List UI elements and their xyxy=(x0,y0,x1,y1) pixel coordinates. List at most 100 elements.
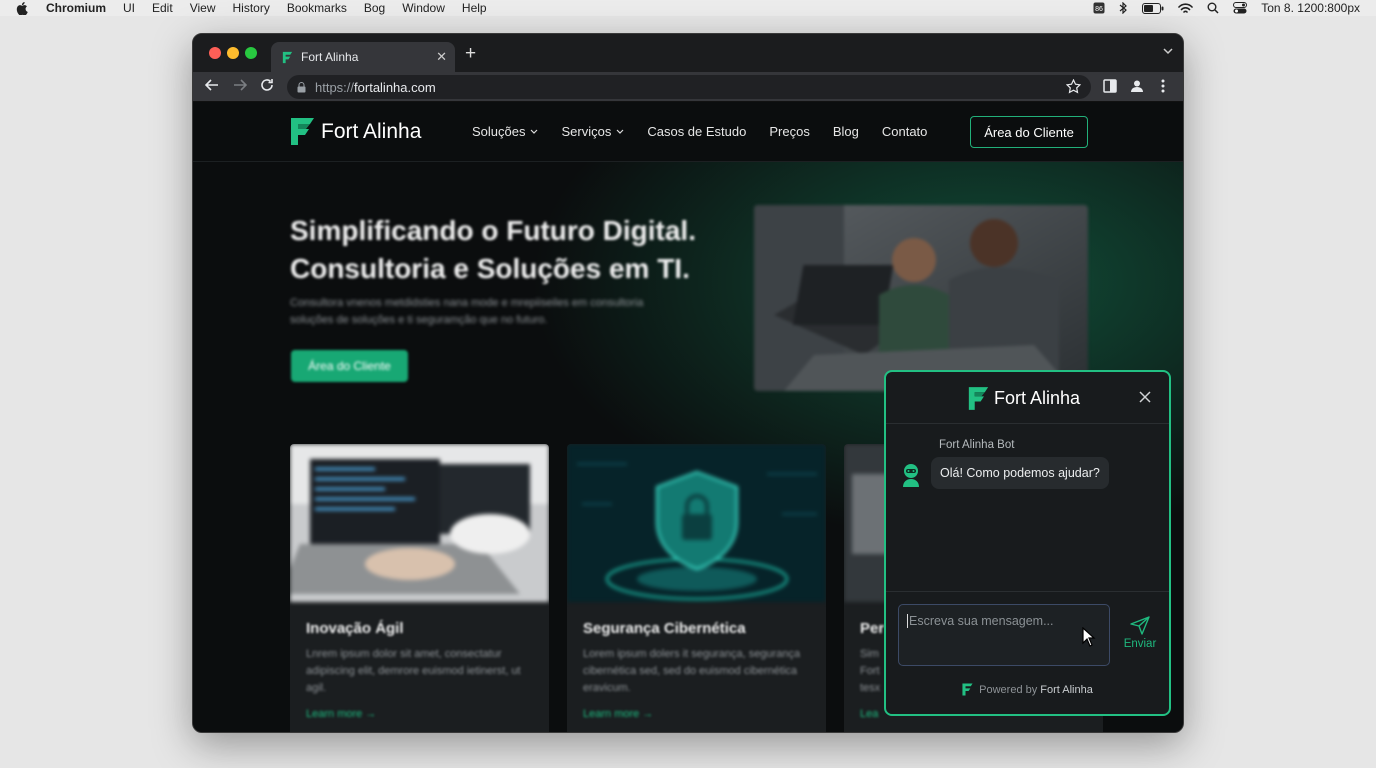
chat-logo: Fort Alinha xyxy=(968,386,1080,411)
nav-servicos[interactable]: Serviços xyxy=(561,124,624,139)
chevron-down-icon xyxy=(616,129,624,134)
close-window-button[interactable] xyxy=(209,47,221,59)
send-button[interactable]: Enviar xyxy=(1120,616,1160,650)
minimize-window-button[interactable] xyxy=(227,47,239,59)
hero-image xyxy=(754,205,1088,391)
card-learn-more-link[interactable]: Lea xyxy=(860,708,878,720)
chat-header: Fort Alinha xyxy=(886,372,1169,424)
chat-close-icon[interactable] xyxy=(1139,391,1151,403)
url-host: fortalinha.com xyxy=(354,79,436,95)
card-text: Lnrem ipsum dolor sit amet, consectatur … xyxy=(306,648,521,694)
card-learn-more-link[interactable]: Learn more → xyxy=(306,708,376,720)
chat-header-title: Fort Alinha xyxy=(994,388,1081,408)
apple-icon[interactable] xyxy=(16,1,28,15)
nav-precos-label: Preços xyxy=(769,124,810,139)
profile-icon[interactable] xyxy=(1130,79,1144,93)
chevron-down-icon xyxy=(531,129,538,134)
nav-solucoes[interactable]: Soluções xyxy=(472,124,538,139)
chat-divider xyxy=(886,591,1169,592)
back-icon[interactable] xyxy=(205,78,219,92)
reload-icon[interactable] xyxy=(260,78,274,92)
tab-title: Fort Alinha xyxy=(301,50,359,64)
powered-by-text: Powered by xyxy=(979,683,1038,696)
hero-cta-button[interactable]: Área do Cliente xyxy=(291,350,408,382)
card-image-security-lock xyxy=(567,444,826,602)
tab-fort-alinha[interactable]: Fort Alinha ✕ xyxy=(271,42,455,72)
new-tab-icon[interactable]: + xyxy=(465,43,476,65)
svg-text:86: 86 xyxy=(1095,6,1103,13)
system-menubar: Chromium UI Edit View History Bookmarks … xyxy=(0,0,1376,16)
tab-strip: Fort Alinha ✕ + xyxy=(193,34,1183,72)
bot-name: Fort Alinha Bot xyxy=(939,439,1015,451)
card-seguranca[interactable]: Segurança Cibernética Lorem ipsum dolers… xyxy=(567,444,826,732)
hero-subtitle: Consultora vnenos metdidsties nana mode … xyxy=(290,295,710,329)
nav-blog[interactable]: Blog xyxy=(833,124,859,139)
side-panel-icon[interactable] xyxy=(1103,79,1117,93)
site-logo-text: Fort Alinha xyxy=(321,119,422,143)
card-title: Segurança Cibernética xyxy=(583,620,746,637)
card-text: Lorem ipsum dolers it segurança, seguran… xyxy=(583,648,801,694)
client-area-button[interactable]: Área do Cliente xyxy=(970,116,1088,148)
browser-menu-icon[interactable] xyxy=(1161,79,1165,93)
menu-app-name[interactable]: Chromium xyxy=(46,1,106,15)
menu-item-ui[interactable]: UI xyxy=(123,1,135,15)
search-icon[interactable] xyxy=(1207,2,1219,14)
menu-item-bog[interactable]: Bog xyxy=(364,1,385,15)
card-inovacao[interactable]: Inovação Ágil Lnrem ipsum dolor sit amet… xyxy=(290,444,549,732)
menubar-clock[interactable]: Ton 8. 1200:800px xyxy=(1261,1,1360,15)
tab-search-chevron-icon[interactable] xyxy=(1163,46,1173,56)
powered-by-brand[interactable]: Fort Alinha xyxy=(1040,684,1093,696)
favicon-icon xyxy=(282,51,293,63)
fort-alinha-logo-icon xyxy=(962,683,973,696)
text-caret xyxy=(907,614,908,628)
hero-subtitle-line1: Consultora vnenos metdidsties nana mode … xyxy=(290,297,644,309)
main-nav: Soluções Serviços Casos de Estudo Preços… xyxy=(472,124,950,139)
url-protocol: https:// xyxy=(315,79,355,95)
battery-icon[interactable] xyxy=(1142,2,1164,14)
forward-icon[interactable] xyxy=(233,78,247,92)
card-title: Per xyxy=(860,620,885,637)
hero-title-line2: Consultoria e Soluções em TI. xyxy=(290,253,690,284)
powered-by: Powered by Fort Alinha xyxy=(886,683,1169,696)
menu-item-help[interactable]: Help xyxy=(462,1,487,15)
site-header: Fort Alinha Soluções Serviços Casos de E… xyxy=(193,102,1183,162)
address-bar[interactable]: https://fortalinha.com xyxy=(287,75,1091,99)
keyboard-icon[interactable]: 86 xyxy=(1093,2,1105,14)
nav-solucoes-label: Soluções xyxy=(472,124,526,139)
menu-item-view[interactable]: View xyxy=(190,1,216,15)
control-center-icon[interactable] xyxy=(1233,2,1248,14)
nav-servicos-label: Serviços xyxy=(561,124,612,139)
menu-item-edit[interactable]: Edit xyxy=(152,1,173,15)
nav-contato[interactable]: Contato xyxy=(882,124,928,139)
menu-item-bookmarks[interactable]: Bookmarks xyxy=(287,1,347,15)
card-image-laptop-code xyxy=(290,444,549,602)
bookmark-star-icon[interactable] xyxy=(1066,79,1081,94)
menu-item-window[interactable]: Window xyxy=(402,1,445,15)
nav-blog-label: Blog xyxy=(832,124,859,139)
mouse-cursor-icon xyxy=(1082,627,1096,647)
bot-message-bubble: Olá! Como podemos ajudar? xyxy=(931,457,1109,489)
site-logo[interactable]: Fort Alinha xyxy=(290,117,421,146)
nav-contato-label: Contato xyxy=(881,124,928,139)
send-label: Enviar xyxy=(1123,638,1157,650)
chat-message-input[interactable] xyxy=(898,604,1110,666)
bot-avatar-icon xyxy=(903,464,919,487)
nav-precos[interactable]: Preços xyxy=(769,124,809,139)
wifi-icon[interactable] xyxy=(1178,2,1194,14)
fort-alinha-logo-icon xyxy=(291,118,314,145)
fort-alinha-logo-icon xyxy=(968,387,989,410)
zoom-window-button[interactable] xyxy=(245,47,257,59)
card-title: Inovação Ágil xyxy=(306,620,404,637)
nav-casos-de-estudo[interactable]: Casos de Estudo xyxy=(647,124,746,139)
browser-toolbar: https://fortalinha.com xyxy=(193,72,1183,102)
hero-title: Simplificando o Futuro Digital. Consulto… xyxy=(290,212,740,288)
bluetooth-icon[interactable] xyxy=(1119,2,1128,14)
nav-casos-label: Casos de Estudo xyxy=(647,124,747,139)
card-learn-more-link[interactable]: Learn more → xyxy=(583,708,653,720)
hero-title-line1: Simplificando o Futuro Digital. xyxy=(290,215,696,246)
menu-item-history[interactable]: History xyxy=(232,1,269,15)
send-icon xyxy=(1130,616,1150,635)
hero-subtitle-line2: soluções de soluções e ti seguramção que… xyxy=(290,314,548,326)
tab-close-icon[interactable]: ✕ xyxy=(436,49,447,65)
lock-icon[interactable] xyxy=(297,81,306,93)
